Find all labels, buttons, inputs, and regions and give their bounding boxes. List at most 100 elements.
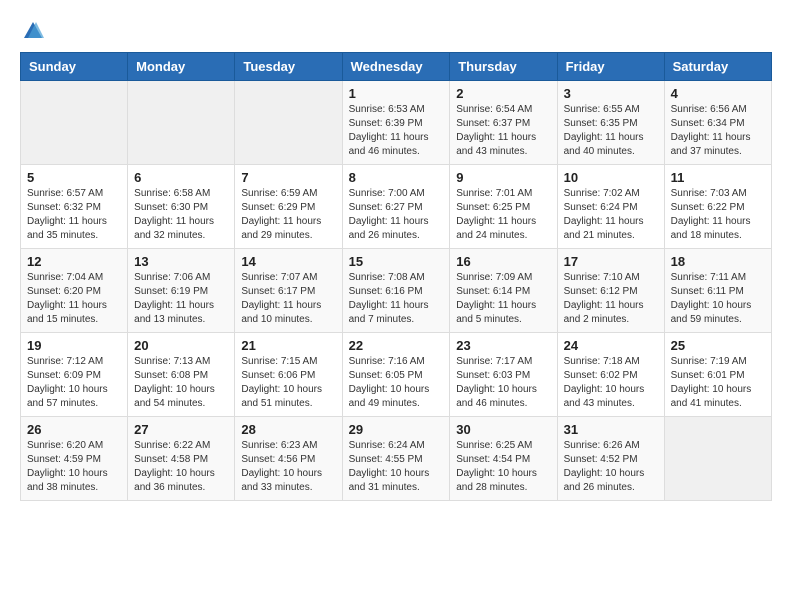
day-number: 20 — [134, 338, 228, 353]
day-info: Sunrise: 7:11 AM Sunset: 6:11 PM Dayligh… — [671, 271, 765, 327]
day-number: 15 — [349, 254, 444, 269]
logo — [20, 20, 44, 42]
day-number: 18 — [671, 254, 765, 269]
day-number: 16 — [456, 254, 550, 269]
calendar-cell: 12Sunrise: 7:04 AM Sunset: 6:20 PM Dayli… — [21, 249, 128, 333]
day-info: Sunrise: 6:24 AM Sunset: 4:55 PM Dayligh… — [349, 439, 444, 495]
calendar-cell: 27 Sunrise: 6:22 AM Sunset: 4:58 PM Dayli… — [128, 417, 235, 501]
calendar-week-row: 1 Sunrise: 6:53 AM Sunset: 6:39 PM Daylig… — [21, 81, 772, 165]
day-info: Sunrise: 7:07 AM Sunset: 6:17 PM Dayligh… — [241, 271, 335, 327]
calendar-table: SundayMondayTuesdayWednesdayThursdayFrid… — [20, 52, 772, 501]
day-info: Sunrise: 6:54 AM Sunset: 6:37 PM Dayligh… — [456, 103, 550, 159]
day-number: 28 — [241, 422, 335, 437]
day-number: 17 — [564, 254, 658, 269]
calendar-cell: 4 Sunrise: 6:56 AM Sunset: 6:34 PM Daylig… — [664, 81, 771, 165]
day-info: Sunrise: 6:56 AM Sunset: 6:34 PM Dayligh… — [671, 103, 765, 159]
calendar-header-thursday: Thursday — [450, 53, 557, 81]
day-number: 2 — [456, 86, 550, 101]
calendar-header-saturday: Saturday — [664, 53, 771, 81]
calendar-cell: 16Sunrise: 7:09 AM Sunset: 6:14 PM Dayli… — [450, 249, 557, 333]
day-number: 10 — [564, 170, 658, 185]
day-number: 7 — [241, 170, 335, 185]
day-info: Sunrise: 7:17 AM Sunset: 6:03 PM Dayligh… — [456, 355, 550, 411]
day-number: 26 — [27, 422, 121, 437]
calendar-cell: 15 Sunrise: 7:08 AM Sunset: 6:16 PM Dayli… — [342, 249, 450, 333]
calendar-cell: 8 Sunrise: 7:00 AM Sunset: 6:27 PM Daylig… — [342, 165, 450, 249]
day-info: Sunrise: 7:15 AM Sunset: 6:06 PM Dayligh… — [241, 355, 335, 411]
day-number: 8 — [349, 170, 444, 185]
day-info: Sunrise: 6:25 AM Sunset: 4:54 PM Dayligh… — [456, 439, 550, 495]
calendar-cell — [128, 81, 235, 165]
day-info: Sunrise: 7:06 AM Sunset: 6:19 PM Dayligh… — [134, 271, 228, 327]
day-info: Sunrise: 6:55 AM Sunset: 6:35 PM Dayligh… — [564, 103, 658, 159]
calendar-cell: 29 Sunrise: 6:24 AM Sunset: 4:55 PM Dayli… — [342, 417, 450, 501]
day-info: Sunrise: 6:22 AM Sunset: 4:58 PM Dayligh… — [134, 439, 228, 495]
day-info: Sunrise: 7:00 AM Sunset: 6:27 PM Dayligh… — [349, 187, 444, 243]
calendar-cell: 31Sunrise: 6:26 AM Sunset: 4:52 PM Dayli… — [557, 417, 664, 501]
calendar-cell: 1 Sunrise: 6:53 AM Sunset: 6:39 PM Daylig… — [342, 81, 450, 165]
calendar-cell: 23 Sunrise: 7:17 AM Sunset: 6:03 PM Dayli… — [450, 333, 557, 417]
day-number: 5 — [27, 170, 121, 185]
calendar-header-wednesday: Wednesday — [342, 53, 450, 81]
day-info: Sunrise: 7:03 AM Sunset: 6:22 PM Dayligh… — [671, 187, 765, 243]
day-number: 9 — [456, 170, 550, 185]
calendar-cell: 19 Sunrise: 7:12 AM Sunset: 6:09 PM Dayli… — [21, 333, 128, 417]
calendar-cell: 18 Sunrise: 7:11 AM Sunset: 6:11 PM Dayli… — [664, 249, 771, 333]
day-info: Sunrise: 7:02 AM Sunset: 6:24 PM Dayligh… — [564, 187, 658, 243]
calendar-cell: 7 Sunrise: 6:59 AM Sunset: 6:29 PM Daylig… — [235, 165, 342, 249]
day-info: Sunrise: 7:16 AM Sunset: 6:05 PM Dayligh… — [349, 355, 444, 411]
calendar-week-row: 5 Sunrise: 6:57 AM Sunset: 6:32 PM Daylig… — [21, 165, 772, 249]
day-info: Sunrise: 7:01 AM Sunset: 6:25 PM Dayligh… — [456, 187, 550, 243]
day-number: 25 — [671, 338, 765, 353]
calendar-cell: 6 Sunrise: 6:58 AM Sunset: 6:30 PM Daylig… — [128, 165, 235, 249]
calendar-cell: 30 Sunrise: 6:25 AM Sunset: 4:54 PM Dayli… — [450, 417, 557, 501]
day-number: 14 — [241, 254, 335, 269]
day-info: Sunrise: 6:57 AM Sunset: 6:32 PM Dayligh… — [27, 187, 121, 243]
calendar-cell: 9 Sunrise: 7:01 AM Sunset: 6:25 PM Daylig… — [450, 165, 557, 249]
day-number: 31 — [564, 422, 658, 437]
calendar-cell: 13Sunrise: 7:06 AM Sunset: 6:19 PM Dayli… — [128, 249, 235, 333]
day-number: 4 — [671, 86, 765, 101]
page-header — [20, 20, 772, 42]
calendar-header-tuesday: Tuesday — [235, 53, 342, 81]
day-info: Sunrise: 7:18 AM Sunset: 6:02 PM Dayligh… — [564, 355, 658, 411]
day-number: 1 — [349, 86, 444, 101]
calendar-cell: 25 Sunrise: 7:19 AM Sunset: 6:01 PM Dayli… — [664, 333, 771, 417]
day-number: 24 — [564, 338, 658, 353]
calendar-cell: 21Sunrise: 7:15 AM Sunset: 6:06 PM Dayli… — [235, 333, 342, 417]
calendar-header-row: SundayMondayTuesdayWednesdayThursdayFrid… — [21, 53, 772, 81]
calendar-cell: 22 Sunrise: 7:16 AM Sunset: 6:05 PM Dayli… — [342, 333, 450, 417]
day-info: Sunrise: 7:19 AM Sunset: 6:01 PM Dayligh… — [671, 355, 765, 411]
calendar-week-row: 19 Sunrise: 7:12 AM Sunset: 6:09 PM Dayli… — [21, 333, 772, 417]
day-info: Sunrise: 6:53 AM Sunset: 6:39 PM Dayligh… — [349, 103, 444, 159]
calendar-week-row: 12Sunrise: 7:04 AM Sunset: 6:20 PM Dayli… — [21, 249, 772, 333]
day-info: Sunrise: 7:08 AM Sunset: 6:16 PM Dayligh… — [349, 271, 444, 327]
day-info: Sunrise: 6:59 AM Sunset: 6:29 PM Dayligh… — [241, 187, 335, 243]
calendar-cell: 11 Sunrise: 7:03 AM Sunset: 6:22 PM Dayli… — [664, 165, 771, 249]
day-number: 29 — [349, 422, 444, 437]
calendar-header-friday: Friday — [557, 53, 664, 81]
day-info: Sunrise: 7:04 AM Sunset: 6:20 PM Dayligh… — [27, 271, 121, 327]
calendar-week-row: 26Sunrise: 6:20 AM Sunset: 4:59 PM Dayli… — [21, 417, 772, 501]
calendar-header-sunday: Sunday — [21, 53, 128, 81]
day-number: 30 — [456, 422, 550, 437]
day-number: 6 — [134, 170, 228, 185]
day-number: 27 — [134, 422, 228, 437]
day-number: 23 — [456, 338, 550, 353]
day-info: Sunrise: 7:12 AM Sunset: 6:09 PM Dayligh… — [27, 355, 121, 411]
calendar-cell: 24 Sunrise: 7:18 AM Sunset: 6:02 PM Dayli… — [557, 333, 664, 417]
calendar-cell — [21, 81, 128, 165]
day-info: Sunrise: 6:23 AM Sunset: 4:56 PM Dayligh… — [241, 439, 335, 495]
day-info: Sunrise: 6:58 AM Sunset: 6:30 PM Dayligh… — [134, 187, 228, 243]
day-number: 22 — [349, 338, 444, 353]
calendar-header-monday: Monday — [128, 53, 235, 81]
calendar-cell: 20Sunrise: 7:13 AM Sunset: 6:08 PM Dayli… — [128, 333, 235, 417]
calendar-cell: 26Sunrise: 6:20 AM Sunset: 4:59 PM Dayli… — [21, 417, 128, 501]
calendar-cell: 17Sunrise: 7:10 AM Sunset: 6:12 PM Dayli… — [557, 249, 664, 333]
calendar-cell: 14 Sunrise: 7:07 AM Sunset: 6:17 PM Dayli… — [235, 249, 342, 333]
day-number: 19 — [27, 338, 121, 353]
calendar-cell: 28 Sunrise: 6:23 AM Sunset: 4:56 PM Dayli… — [235, 417, 342, 501]
calendar-cell: 5 Sunrise: 6:57 AM Sunset: 6:32 PM Daylig… — [21, 165, 128, 249]
day-number: 11 — [671, 170, 765, 185]
calendar-cell — [664, 417, 771, 501]
